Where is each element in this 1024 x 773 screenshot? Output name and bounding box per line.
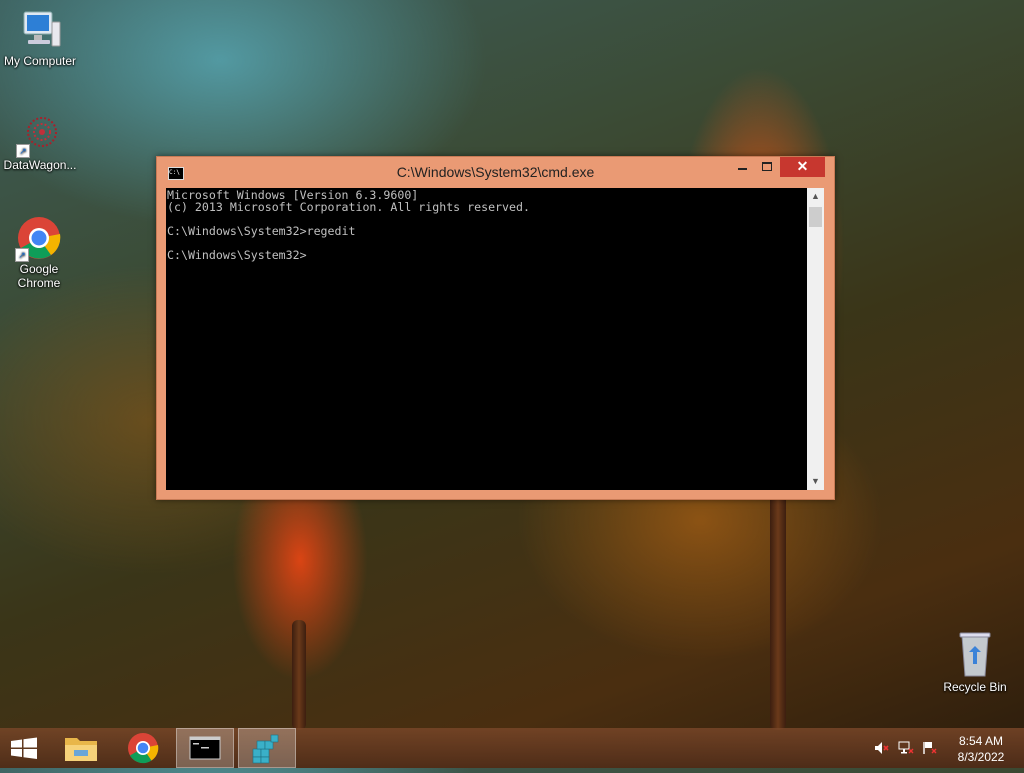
taskbar-cmd[interactable] [176,728,234,768]
computer-icon [18,8,62,52]
desktop-icon-label: My Computer [3,54,77,68]
recycle-bin-icon [953,630,997,678]
cmd-icon [189,736,221,760]
windows-start-icon [11,737,37,759]
console-output[interactable]: Microsoft Windows [Version 6.3.9600] (c)… [166,188,807,490]
close-button[interactable]: ✕ [780,157,825,177]
taskbar-regedit[interactable] [238,728,296,768]
scroll-down-icon[interactable]: ▼ [807,473,824,490]
taskbar-chrome[interactable] [114,728,172,768]
network-icon[interactable] [898,741,914,755]
chrome-icon: ↗ [15,216,61,262]
shortcut-arrow-icon: ↗ [15,248,29,262]
datawagon-icon: ↗ [16,112,62,158]
desktop-icon-label: DataWagon... [3,158,77,172]
clock-date: 8/3/2022 [957,750,1005,764]
clock-time: 8:54 AM [958,734,1004,748]
minimize-button[interactable] [730,157,755,177]
desktop-icon-datawagon[interactable]: ↗ DataWagon... [0,112,80,172]
chrome-icon [128,733,159,764]
action-center-icon[interactable] [922,741,938,755]
taskbar: 8:54 AM 8/3/2022 [0,728,1024,768]
desktop-icon-label: Recycle Bin [943,680,1007,694]
speaker-muted-icon[interactable] [874,741,890,755]
file-explorer-icon [65,738,97,761]
title-bar[interactable]: C:\ C:\Windows\System32\cmd.exe ✕ [157,157,834,188]
desktop-icon-label: Google Chrome [17,262,61,290]
flower-stem [292,620,306,730]
console-text: Microsoft Windows [Version 6.3.9600] (c)… [167,188,530,262]
scroll-thumb[interactable] [809,207,822,227]
start-button[interactable] [0,728,48,768]
vertical-scrollbar[interactable]: ▲ ▼ [807,188,824,490]
desktop-icon-recycle-bin[interactable]: Recycle Bin [935,630,1015,694]
system-clock[interactable]: 8:54 AM 8/3/2022 [946,733,1016,765]
scroll-up-icon[interactable]: ▲ [807,188,824,205]
desktop-icon-my-computer[interactable]: My Computer [0,8,80,68]
shortcut-arrow-icon: ↗ [16,144,30,158]
cmd-window: C:\ C:\Windows\System32\cmd.exe ✕ Micros… [156,156,835,500]
desktop-icon-google-chrome[interactable]: ↗ Google Chrome [0,216,78,290]
regedit-icon [252,734,279,764]
flower-stem [770,490,786,730]
taskbar-file-explorer[interactable] [52,728,110,768]
maximize-button[interactable] [755,157,779,177]
close-icon: ✕ [796,158,809,174]
